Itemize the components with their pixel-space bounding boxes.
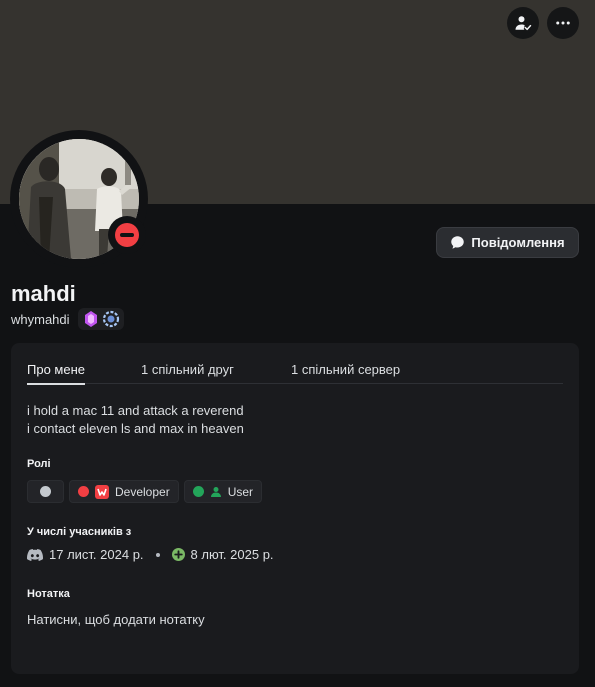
username[interactable]: whymahdi	[11, 312, 70, 327]
add-friend-icon	[515, 16, 532, 31]
role-chip[interactable]	[27, 480, 64, 503]
tab-about-me[interactable]: Про мене	[27, 362, 85, 385]
do-not-disturb-icon	[115, 223, 139, 247]
role-name: User	[227, 484, 254, 499]
more-options-button[interactable]	[547, 7, 579, 39]
profile-tabs: Про мене 1 спільний друг 1 спільний серв…	[27, 358, 563, 385]
member-since-row: 17 лист. 2024 р. 8 лют. 2025 р.	[27, 547, 274, 562]
nitro-gem-icon[interactable]	[82, 310, 100, 328]
profile-info-panel: Про мене 1 спільний друг 1 спільний серв…	[11, 343, 579, 674]
send-message-button[interactable]: Повідомлення	[436, 227, 579, 258]
bio: i hold a mac 11 and attack a reverend i …	[27, 402, 244, 438]
display-name: mahdi	[11, 281, 76, 306]
status-indicator	[108, 216, 146, 254]
role-color-dot	[40, 486, 51, 497]
chat-bubble-icon	[451, 236, 465, 249]
roles-list: Developer User	[27, 480, 263, 503]
separator-dot	[155, 552, 160, 557]
more-icon	[556, 21, 570, 25]
bio-line: i hold a mac 11 and attack a reverend	[27, 403, 244, 418]
roles-title: Ролі	[27, 458, 51, 470]
send-message-label: Повідомлення	[471, 235, 565, 250]
discord-join-date: 17 лист. 2024 р.	[49, 547, 144, 562]
role-chip[interactable]: User	[183, 480, 263, 503]
profile-badges	[77, 308, 124, 330]
server-join-icon[interactable]	[171, 548, 185, 561]
note-title: Нотатка	[27, 588, 70, 600]
member-since-title: У числі учасників з	[27, 526, 132, 538]
avatar-container[interactable]	[10, 130, 148, 268]
user-role-icon	[210, 486, 221, 497]
add-friend-button[interactable]	[507, 7, 539, 39]
username-row: whymahdi	[11, 308, 124, 330]
developer-role-icon	[95, 484, 109, 499]
tab-mutual-servers[interactable]: 1 спільний сервер	[291, 362, 400, 377]
bio-line: i contact eleven ls and max in heaven	[27, 421, 244, 436]
role-color-dot	[78, 486, 89, 497]
role-chip[interactable]: Developer	[69, 480, 179, 503]
server-join-date: 8 лют. 2025 р.	[190, 547, 274, 562]
discord-logo-icon[interactable]	[27, 548, 43, 561]
role-name: Developer	[115, 484, 170, 499]
server-boost-icon[interactable]	[102, 310, 120, 328]
note-input[interactable]: Натисни, щоб додати нотатку	[27, 612, 563, 632]
role-color-dot	[192, 486, 204, 497]
tab-mutual-friends[interactable]: 1 спільний друг	[141, 362, 234, 377]
